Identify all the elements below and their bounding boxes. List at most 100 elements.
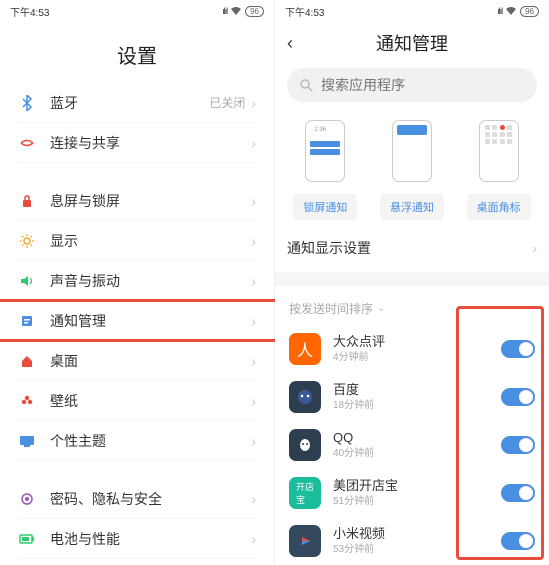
row-battery[interactable]: 电池与性能 ›: [18, 519, 256, 559]
app-icon: [289, 381, 321, 413]
chevron-right-icon: ›: [251, 393, 256, 409]
chevron-down-icon: ⌄: [377, 303, 385, 314]
app-time: 4分钟前: [333, 351, 501, 364]
app-row: 人 大众点评 4分钟前: [289, 325, 535, 373]
app-icon: 开店宝: [289, 477, 321, 509]
row-bluetooth[interactable]: 蓝牙 已关闭 ›: [18, 83, 256, 123]
chevron-right-icon: ›: [251, 531, 256, 547]
app-icon: [289, 525, 321, 557]
preview-label: 桌面角标: [467, 194, 531, 220]
search-box[interactable]: [287, 68, 537, 102]
app-name: 美团开店宝: [333, 478, 501, 495]
row-connectivity[interactable]: 连接与共享 ›: [18, 123, 256, 163]
app-time: 40分钟前: [333, 447, 501, 460]
toggle-switch[interactable]: [501, 484, 535, 502]
app-icon: [289, 429, 321, 461]
preview-label: 悬浮通知: [380, 194, 444, 220]
theme-icon: [18, 432, 36, 450]
lock-icon: [18, 192, 36, 210]
row-label: 息屏与锁屏: [50, 191, 251, 211]
wifi-icon: [505, 6, 517, 16]
chevron-right-icon: ›: [251, 273, 256, 289]
wifi-icon: [230, 6, 242, 16]
row-display[interactable]: 显示 ›: [18, 221, 256, 261]
row-lockscreen[interactable]: 息屏与锁屏 ›: [18, 181, 256, 221]
chevron-right-icon: ›: [251, 353, 256, 369]
row-label: 蓝牙: [50, 93, 209, 113]
phone-mock-icon: [479, 120, 519, 182]
search-icon: [299, 78, 313, 92]
sun-icon: [18, 232, 36, 250]
row-wallpaper[interactable]: 壁纸 ›: [18, 381, 256, 421]
app-row: 百度 18分钟前: [289, 373, 535, 421]
status-time: 下午4:53: [285, 4, 324, 19]
toggle-switch[interactable]: [501, 388, 535, 406]
status-bar-right: 下午4:53 ılıl 96: [275, 0, 549, 22]
row-label: 声音与振动: [50, 271, 251, 291]
header-title: 通知管理: [287, 30, 537, 56]
chevron-right-icon: ›: [251, 95, 256, 111]
volume-icon: [18, 272, 36, 290]
row-display-settings[interactable]: 通知显示设置 ›: [287, 224, 537, 272]
app-name: 小米视频: [333, 526, 501, 543]
share-icon: [18, 134, 36, 152]
row-label: 显示: [50, 231, 251, 251]
sort-label-text: 按发送时间排序: [289, 300, 373, 317]
preview-row: 2:36 锁屏通知 悬浮通知 桌面角标: [275, 112, 549, 224]
preview-floating[interactable]: 悬浮通知: [380, 120, 444, 220]
settings-list: 蓝牙 已关闭 › 连接与共享 › 息屏与锁屏 › 显示 › 声音与振动 ›: [0, 83, 274, 559]
row-label: 电池与性能: [50, 529, 251, 549]
section-divider: [275, 272, 549, 286]
chevron-right-icon: ›: [251, 135, 256, 151]
phone-mock-icon: [392, 120, 432, 182]
bluetooth-icon: [18, 94, 36, 112]
app-name: QQ: [333, 430, 501, 447]
row-sound[interactable]: 声音与振动 ›: [18, 261, 256, 301]
row-label: 通知管理: [50, 311, 251, 331]
row-privacy[interactable]: 密码、隐私与安全 ›: [18, 479, 256, 519]
app-time: 51分钟前: [333, 495, 501, 508]
status-bar-left: 下午4:53 ılıl 96: [0, 0, 274, 22]
chevron-right-icon: ›: [251, 491, 256, 507]
toggle-switch[interactable]: [501, 532, 535, 550]
chevron-right-icon: ›: [251, 313, 256, 329]
header: ‹ 通知管理: [275, 22, 549, 64]
settings-screen: 下午4:53 ılıl 96 设置 蓝牙 已关闭 › 连接与共享 › 息屏与锁屏…: [0, 0, 275, 564]
bell-icon: [18, 312, 36, 330]
notification-screen: 下午4:53 ılıl 96 ‹ 通知管理 2:36 锁屏通知 悬浮通知: [275, 0, 549, 564]
page-title: 设置: [0, 22, 274, 83]
preview-label: 锁屏通知: [293, 194, 357, 220]
row-label: 通知显示设置: [287, 238, 371, 258]
row-label: 密码、隐私与安全: [50, 489, 251, 509]
app-name: 百度: [333, 382, 501, 399]
preview-badge[interactable]: 桌面角标: [467, 120, 531, 220]
app-row: 开店宝 美团开店宝 51分钟前: [289, 469, 535, 517]
battery-indicator: 96: [520, 6, 539, 17]
app-icon: 人: [289, 333, 321, 365]
app-list: 人 大众点评 4分钟前 百度 18分钟前 QQ 40分钟前 开店宝: [275, 325, 549, 565]
shield-icon: [18, 490, 36, 508]
signal-icon: ılıl: [497, 6, 502, 16]
preview-lockscreen[interactable]: 2:36 锁屏通知: [293, 120, 357, 220]
status-time: 下午4:53: [10, 4, 49, 19]
row-home[interactable]: 桌面 ›: [18, 341, 256, 381]
chevron-right-icon: ›: [251, 433, 256, 449]
toggle-switch[interactable]: [501, 340, 535, 358]
phone-mock-icon: 2:36: [305, 120, 345, 182]
search-input[interactable]: [321, 77, 525, 93]
row-notifications[interactable]: 通知管理 ›: [0, 301, 274, 341]
chevron-right-icon: ›: [251, 193, 256, 209]
row-theme[interactable]: 个性主题 ›: [18, 421, 256, 461]
battery-indicator: 96: [245, 6, 264, 17]
row-label: 桌面: [50, 351, 251, 371]
sort-dropdown[interactable]: 按发送时间排序 ⌄: [275, 286, 549, 325]
app-row: 小米视频 53分钟前: [289, 517, 535, 565]
toggle-switch[interactable]: [501, 436, 535, 454]
flower-icon: [18, 392, 36, 410]
home-icon: [18, 352, 36, 370]
chevron-right-icon: ›: [251, 233, 256, 249]
chevron-right-icon: ›: [532, 240, 537, 256]
app-time: 53分钟前: [333, 543, 501, 556]
row-status: 已关闭: [209, 94, 245, 111]
app-time: 18分钟前: [333, 399, 501, 412]
